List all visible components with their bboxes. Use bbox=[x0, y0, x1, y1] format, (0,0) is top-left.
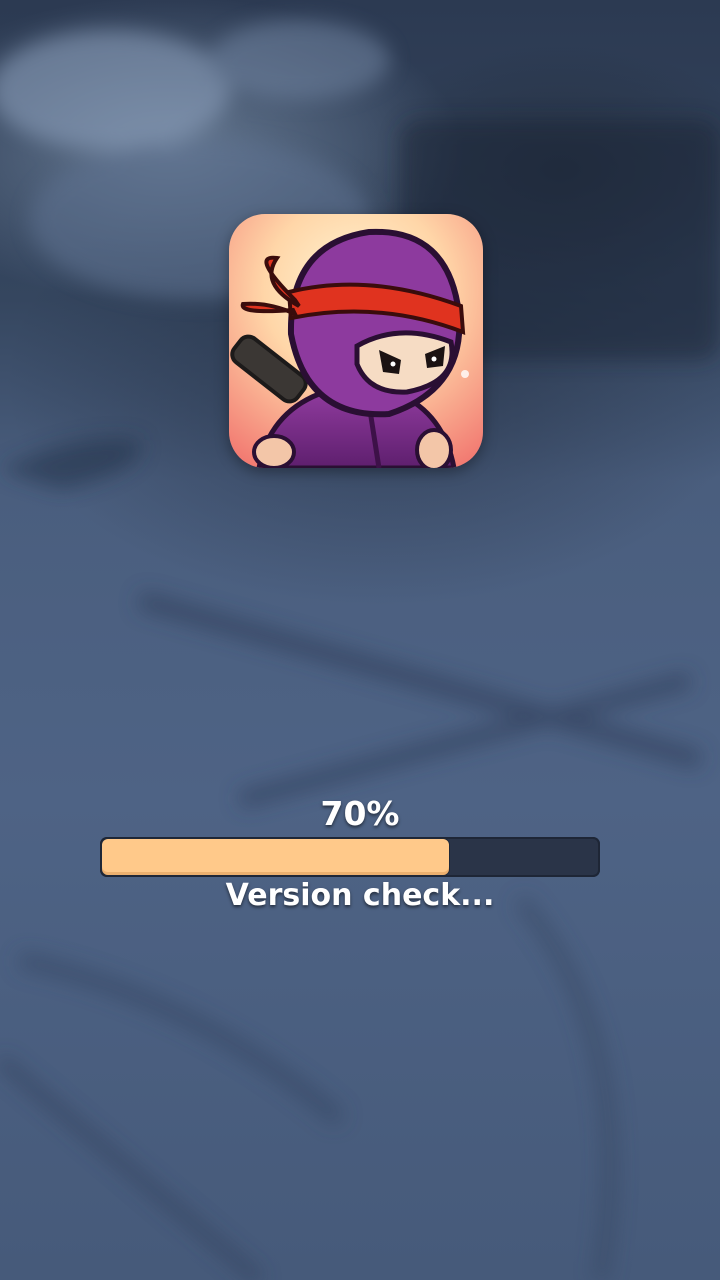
ninja-character-icon bbox=[229, 214, 483, 468]
app-icon bbox=[229, 214, 483, 468]
loading-progress-fill bbox=[102, 839, 449, 875]
loading-status-text: Version check... bbox=[225, 878, 495, 913]
blurred-background bbox=[0, 0, 720, 1280]
loading-progress-bar bbox=[100, 837, 600, 877]
loading-percentage: 70% bbox=[320, 794, 400, 833]
